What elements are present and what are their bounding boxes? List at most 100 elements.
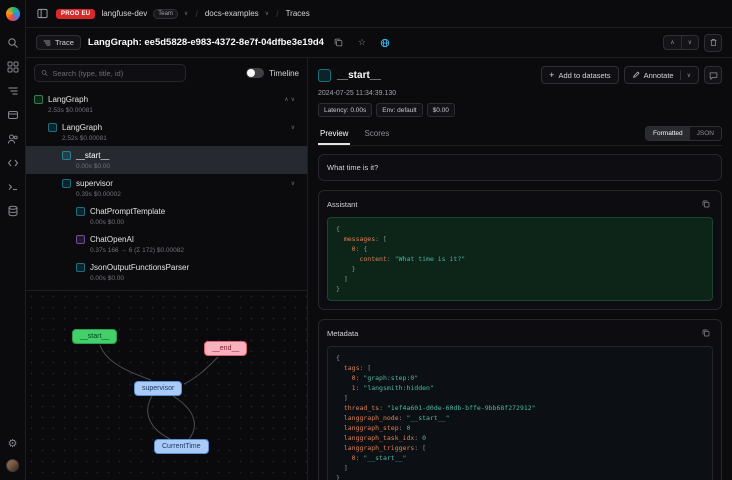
- playground-icon[interactable]: [7, 181, 19, 193]
- tree-node-metrics: 0.37s 166 → 6 (Σ 172) $0.00082: [76, 247, 307, 254]
- trace-chip-label: Trace: [55, 38, 74, 47]
- code-line: }: [336, 264, 704, 274]
- code-line: messages: [: [336, 234, 704, 244]
- search-icon[interactable]: [7, 37, 19, 49]
- org-plan-badge: Team: [153, 9, 178, 19]
- app-main: PROD EU langfuse-dev Team ∨ / docs-examp…: [26, 0, 732, 480]
- timeline-toggle-switch[interactable]: [246, 68, 264, 78]
- tab-scores[interactable]: Scores: [362, 125, 391, 145]
- tree-node-label: ChatOpenAI: [90, 235, 134, 244]
- chevron-down-icon[interactable]: ∨: [291, 180, 307, 187]
- tree-node-metrics: 2.53s $0.00081: [34, 107, 307, 114]
- tree-node-LangGraph[interactable]: LangGraph ∧∨ 2.53s $0.00081: [26, 90, 307, 118]
- tree-node-label: __start__: [76, 151, 109, 160]
- tree-node-metrics: 0.00s $0.00: [62, 163, 307, 170]
- tree-node-label: supervisor: [76, 179, 113, 188]
- button-divider: [680, 70, 681, 80]
- tree-node-metrics: 0.39s $0.00002: [62, 191, 307, 198]
- trace-nav-group: ∧ ∨: [663, 35, 699, 50]
- trash-icon: [709, 38, 718, 47]
- format-formatted-button[interactable]: Formatted: [646, 127, 690, 140]
- comment-bubble-icon: [709, 71, 718, 80]
- input-preview-card: What time is it?: [318, 154, 722, 181]
- code-line: {: [336, 224, 704, 234]
- tab-preview[interactable]: Preview: [318, 125, 350, 145]
- tree-node-label: LangGraph: [48, 95, 88, 104]
- graph-node-__end__[interactable]: __end__: [204, 341, 247, 356]
- comments-button[interactable]: [704, 66, 722, 84]
- code-line: langgraph_node: "__start__": [336, 413, 704, 423]
- code-line: 0: "graph:step:0": [336, 373, 704, 383]
- format-json-button[interactable]: JSON: [690, 127, 721, 140]
- tree-node-__start__[interactable]: __start__ 0.00s $0.00: [26, 146, 307, 174]
- trace-header-bar: Trace LangGraph: ee5d5828-e983-4372-8e7f…: [26, 28, 732, 58]
- assistant-section: Assistant { messages: [ 0: { content: "W…: [318, 190, 722, 310]
- tree-node-LangGraph[interactable]: LangGraph∨2.52s $0.00081: [26, 118, 307, 146]
- sessions-icon[interactable]: [7, 109, 19, 121]
- tree-node-label: ChatPromptTemplate: [90, 207, 165, 216]
- langfuse-logo[interactable]: [6, 7, 20, 21]
- observation-tree: LangGraph ∧∨ 2.53s $0.00081LangGraph ∨ 2.52s…: [26, 88, 307, 290]
- tree-search-input[interactable]: [52, 69, 179, 78]
- chevron-down-icon[interactable]: ∨: [291, 124, 307, 131]
- breadcrumb-project[interactable]: docs-examples: [205, 9, 259, 18]
- tree-node-ChatOpenAI[interactable]: ChatOpenAI 0.37s 166 → 6 (Σ 172) $0.00082: [26, 230, 307, 258]
- breadcrumb-separator: /: [275, 9, 280, 19]
- tree-search-box[interactable]: [34, 64, 186, 82]
- prev-trace-button[interactable]: ∧: [664, 36, 681, 49]
- tracing-icon[interactable]: [7, 85, 19, 97]
- chevron-down-icon[interactable]: ∨: [687, 72, 691, 79]
- breadcrumb-section[interactable]: Traces: [286, 9, 310, 18]
- tree-toolbar: Timeline: [26, 58, 307, 88]
- expand-collapse-icons[interactable]: ∧∨: [284, 96, 307, 103]
- chevron-down-icon[interactable]: ∨: [265, 10, 269, 17]
- graph-node-CurrentTime[interactable]: CurrentTime: [154, 439, 209, 454]
- tree-node-JsonOutputFunctionsParser[interactable]: JsonOutputFunctionsParser0.00s $0.00: [26, 258, 307, 286]
- environment-badge: PROD EU: [56, 9, 95, 19]
- user-avatar[interactable]: [6, 459, 19, 472]
- observation-type-icon: [62, 179, 71, 188]
- add-to-datasets-label: Add to datasets: [558, 71, 610, 80]
- trace-icon: [43, 39, 51, 47]
- public-globe-icon[interactable]: [377, 35, 393, 51]
- code-line: langgraph_triggers: [: [336, 443, 704, 453]
- copy-icon[interactable]: [331, 35, 347, 51]
- observation-tree-panel: Timeline LangGraph ∧∨ 2.53s $0.00081LangGr…: [26, 58, 308, 480]
- copy-icon[interactable]: [699, 326, 713, 340]
- copy-icon[interactable]: [699, 197, 713, 211]
- timeline-toggle-label: Timeline: [269, 69, 299, 78]
- observation-type-icon: [318, 69, 331, 82]
- tree-node-metrics: 0.00s $0.00: [76, 219, 307, 226]
- observation-timestamp: 2024-07-25 11:34:39.130: [318, 90, 722, 97]
- delete-trace-button[interactable]: [704, 34, 722, 52]
- code-line: ]: [336, 274, 704, 284]
- code-line: ]: [336, 393, 704, 403]
- observation-type-icon: [62, 151, 71, 160]
- datasets-icon[interactable]: [7, 205, 19, 217]
- breadcrumb-org[interactable]: langfuse-dev: [101, 9, 147, 18]
- sidebar-toggle-icon[interactable]: [34, 6, 50, 22]
- breadcrumb-separator: /: [194, 9, 199, 19]
- tree-node-supervisor[interactable]: supervisor ∨ 0.39s $0.00002: [26, 174, 307, 202]
- observation-type-icon: [34, 95, 43, 104]
- top-navigation-bar: PROD EU langfuse-dev Team ∨ / docs-examp…: [26, 0, 732, 28]
- graph-node-supervisor[interactable]: supervisor: [134, 381, 182, 396]
- dashboard-icon[interactable]: [7, 61, 19, 73]
- tree-node-ChatPromptTemplate[interactable]: ChatPromptTemplate 0.00s $0.00: [26, 202, 307, 230]
- tree-node-metrics: 2.52s $0.00081: [48, 135, 307, 142]
- prompts-icon[interactable]: [7, 157, 19, 169]
- observation-type-icon: [76, 263, 85, 272]
- users-icon[interactable]: [7, 133, 19, 145]
- annotate-button[interactable]: Annotate ∨: [624, 66, 699, 84]
- settings-gear-icon[interactable]: ⚙: [7, 438, 19, 450]
- code-line: 0: {: [336, 244, 704, 254]
- trace-type-chip: Trace: [36, 35, 81, 50]
- graph-node-__start__[interactable]: __start__: [72, 329, 117, 344]
- star-icon[interactable]: ☆: [354, 35, 370, 51]
- metadata-section: Metadata { tags: [ 0: "graph:step:0" 1: …: [318, 319, 722, 480]
- add-to-datasets-button[interactable]: + Add to datasets: [541, 66, 618, 84]
- trace-title: LangGraph: ee5d5828-e983-4372-8e7f-04dfb…: [88, 37, 324, 48]
- next-trace-button[interactable]: ∨: [682, 36, 698, 49]
- chevron-down-icon[interactable]: ∨: [184, 10, 188, 17]
- assistant-json-block: { messages: [ 0: { content: "What time i…: [327, 217, 713, 301]
